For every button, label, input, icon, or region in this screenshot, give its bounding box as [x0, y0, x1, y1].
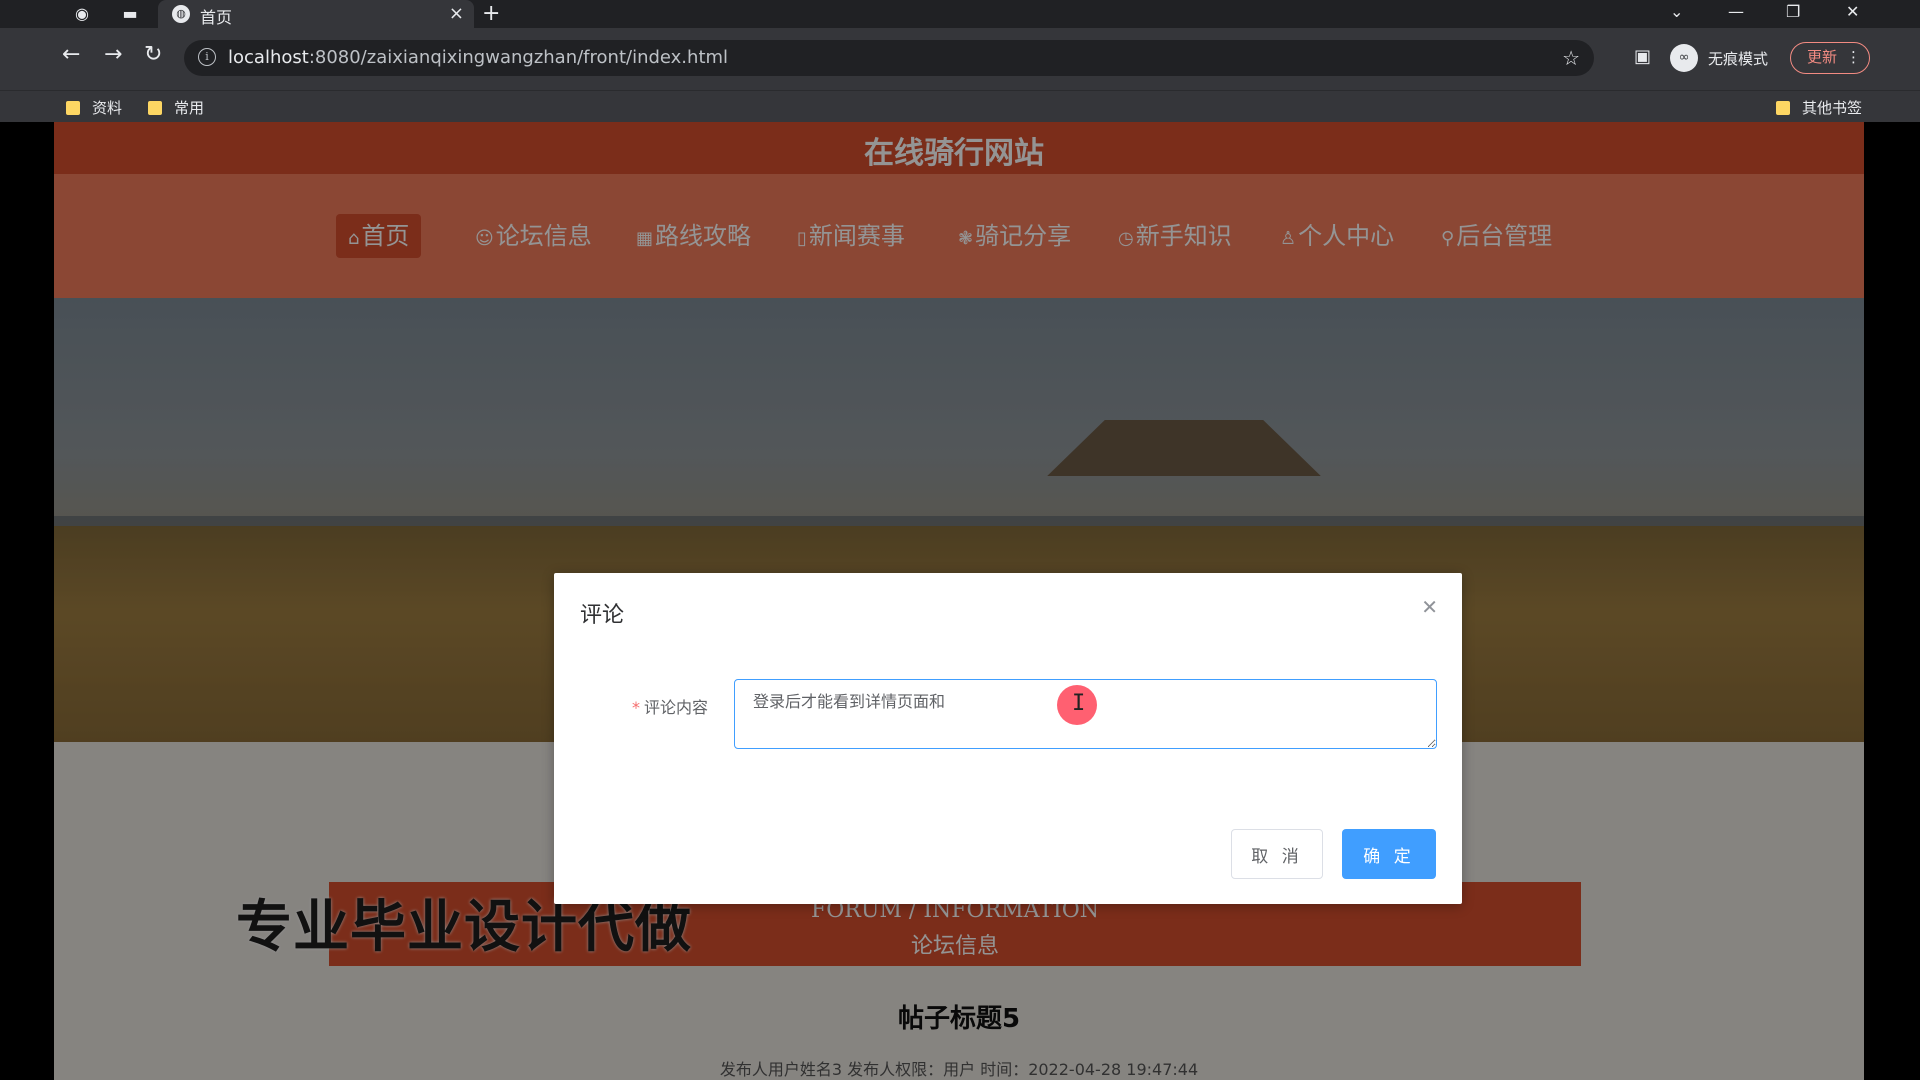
tab-close-icon[interactable]: ×: [449, 3, 464, 24]
other-bookmarks[interactable]: 其他书签: [1776, 97, 1862, 118]
browser-toolbar: ← → ↻ i localhost:8080/zaixianqixingwang…: [0, 28, 1920, 90]
window-close-icon[interactable]: ✕: [1846, 2, 1859, 21]
globe-icon[interactable]: ◉: [72, 4, 92, 24]
update-button[interactable]: 更新 ⋮: [1790, 42, 1870, 74]
mouse-cursor-highlight: I: [1057, 685, 1097, 725]
folder-icon: [1776, 101, 1790, 115]
side-panel-icon[interactable]: ▣: [1634, 46, 1651, 67]
bookmark-folder[interactable]: 资料: [66, 97, 122, 118]
comment-dialog: 评论 ✕ * 评论内容 登录后才能看到详情页面和 I 取 消 确 定: [554, 573, 1462, 904]
comment-field-label: * 评论内容: [632, 698, 709, 717]
reload-icon[interactable]: ↻: [144, 42, 162, 67]
new-tab-icon[interactable]: +: [482, 1, 500, 26]
site-info-icon[interactable]: i: [198, 48, 216, 66]
incognito-icon: ∞: [1670, 44, 1698, 72]
dialog-close-icon[interactable]: ✕: [1421, 595, 1438, 619]
cancel-button[interactable]: 取 消: [1231, 829, 1323, 879]
window-icon[interactable]: ▬: [120, 4, 140, 24]
page-viewport: 在线骑行网站 ⌂首页 ☺论坛信息 ▦路线攻略 ▯新闻赛事 ❃骑记分享 ◷新手知识…: [54, 122, 1864, 1080]
required-mark: *: [632, 698, 640, 717]
tab-search-icon[interactable]: ⌄: [1670, 2, 1683, 21]
page-edge-black: [1864, 122, 1920, 1080]
minimize-icon[interactable]: —: [1728, 2, 1744, 21]
forward-icon[interactable]: →: [104, 42, 122, 67]
back-icon[interactable]: ←: [62, 42, 80, 67]
bookmark-folder[interactable]: 常用: [148, 97, 204, 118]
browser-tab-active[interactable]: ◍ 首页 ×: [158, 0, 474, 28]
text-cursor-icon: I: [1072, 691, 1086, 716]
bookmarks-bar: 资料 常用 其他书签: [0, 90, 1920, 122]
folder-icon: [66, 101, 80, 115]
address-url[interactable]: localhost:8080/zaixianqixingwangzhan/fro…: [228, 47, 728, 68]
restore-icon[interactable]: ❐: [1786, 2, 1800, 21]
tab-favicon-icon: ◍: [172, 5, 190, 23]
more-menu-icon[interactable]: ⋮: [1846, 43, 1861, 71]
folder-icon: [148, 101, 162, 115]
address-bar[interactable]: i localhost:8080/zaixianqixingwangzhan/f…: [184, 40, 1594, 76]
dialog-title: 评论: [580, 603, 625, 628]
incognito-indicator[interactable]: ∞ 无痕模式: [1670, 42, 1780, 74]
tab-title: 首页: [200, 8, 233, 27]
confirm-button[interactable]: 确 定: [1342, 829, 1436, 879]
browser-tab-bar: ◉ ▬ ◍ 首页 × + ⌄ — ❐ ✕: [0, 0, 1920, 28]
bookmark-star-icon[interactable]: ☆: [1562, 46, 1580, 70]
